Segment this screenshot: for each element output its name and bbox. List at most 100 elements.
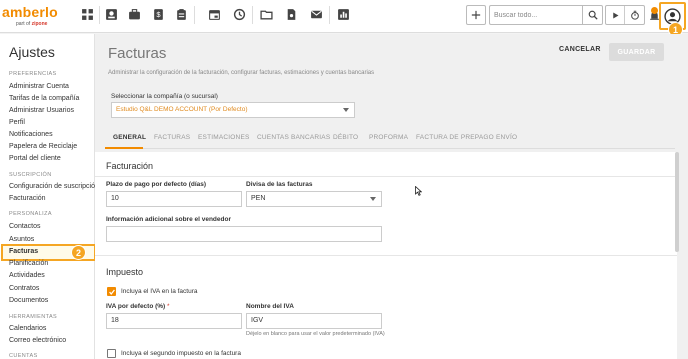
separator [99,6,100,24]
sidebar-item-notificaciones[interactable]: Notificaciones [9,131,53,138]
sidebar-item-correo[interactable]: Correo electrónico [9,337,66,344]
payment-term-input[interactable]: 10 [106,191,242,207]
vat-default-input[interactable]: 18 [106,313,242,329]
second-tax-label: Incluya el segundo impuesto en la factur… [121,350,241,357]
sidebar-item-contratos[interactable]: Contratos [9,285,39,292]
document-icon[interactable] [283,6,299,22]
tab-proforma[interactable]: PROFORMA [369,134,408,141]
include-vat-label: Incluya el IVA en la factura [121,288,198,295]
search-button[interactable] [582,5,603,25]
vat-default-label-text: IVA por defecto (%) [106,303,166,310]
add-button[interactable] [466,5,486,25]
sidebar-section-herramientas: HERRAMIENTAS [9,314,58,320]
chevron-down-icon [370,197,376,201]
save-button[interactable]: GUARDAR [609,43,664,61]
sidebar-item-perfil[interactable]: Perfil [9,119,25,126]
tab-debito[interactable]: DÉBITO [333,134,358,141]
logo-text: amberlo [2,4,58,20]
plus-icon [471,10,481,20]
sidebar-item-contactos[interactable]: Contactos [9,223,41,230]
reports-icon[interactable] [335,6,351,22]
stopwatch-icon [630,10,639,20]
search-input[interactable] [489,5,582,25]
active-tab-indicator [105,147,143,149]
mail-icon[interactable] [308,6,324,22]
vat-name-label: Nombre del IVA [246,303,294,310]
sidebar-title: Ajustes [9,44,55,60]
briefcase-icon[interactable] [126,6,142,22]
vat-default-label: IVA por defecto (%) * [106,303,170,310]
separator [252,6,253,24]
sidebar-item-administrar-usuarios[interactable]: Administrar Usuarios [9,107,74,114]
vendor-info-label: Información adicional sobre el vendedor [106,216,231,223]
separator [329,6,330,24]
clipboard-icon[interactable] [173,6,189,22]
vat-name-input[interactable]: IGV [246,313,382,329]
logo-subtitle: part of zipone [16,21,47,27]
company-select[interactable]: Estudio Q&L DEMO ACCOUNT (Por Defecto) [111,102,355,118]
page-description: Administrar la configuración de la factu… [108,70,375,76]
sidebar-item-administrar-cuenta[interactable]: Administrar Cuenta [9,83,69,90]
search-icon [588,10,598,20]
payment-term-label: Plazo de pago por defecto (días) [106,181,207,188]
currency-select[interactable]: PEN [246,191,382,207]
logo-sub-brand: zipone [31,21,48,27]
sidebar-section-preferencias: PREFERENCIAS [9,71,57,77]
sidebar-item-portal-cliente[interactable]: Portal del cliente [9,155,61,162]
main-content: Facturas Administrar la configuración de… [95,34,688,359]
check-icon [108,289,115,295]
mouse-cursor-icon [415,186,422,196]
sidebar-item-planificacion[interactable]: Planificación [9,260,48,267]
vat-name-hint: Déjelo en blanco para usar el valor pred… [246,331,385,337]
sidebar-item-label: Facturas [9,248,39,255]
settings-card: Facturación Plazo de pago por defecto (d… [95,152,677,359]
tab-factura-prepago[interactable]: FACTURA DE PREPAGO [416,134,494,141]
second-tax-checkbox[interactable] [107,349,116,358]
sidebar-section-suscripcion: SUSCRIPCIÓN [9,172,52,178]
sidebar-item-asuntos[interactable]: Asuntos [9,236,34,243]
logo-sub-prefix: part of [16,21,31,27]
tab-estimaciones[interactable]: ESTIMACIONES [198,134,250,141]
currency-value: PEN [251,195,266,202]
calendar-icon[interactable] [206,6,222,22]
stopwatch-button[interactable] [625,6,644,24]
play-button[interactable] [606,6,625,24]
history-icon[interactable] [231,6,247,22]
play-icon [612,12,618,18]
chevron-down-icon [343,108,349,112]
tab-cuentas-bancarias[interactable]: CUENTAS BANCARIAS [257,134,330,141]
billing-icon[interactable]: $ [150,6,166,22]
sidebar-item-tarifas[interactable]: Tarifas de la compañía [9,95,79,102]
step-badge-2: 2 [71,245,86,260]
sidebar-section-personaliza: PERSONALIZA [9,211,52,217]
tab-facturas[interactable]: FACTURAS [154,134,190,141]
include-vat-checkbox[interactable] [107,287,116,296]
settings-sidebar: Ajustes PREFERENCIAS Administrar Cuenta … [0,34,99,359]
sidebar-item-calendarios[interactable]: Calendarios [9,325,46,332]
dashboard-icon[interactable] [79,6,95,22]
sidebar-item-papelera[interactable]: Papelera de Reciclaje [9,143,77,150]
notification-badge [651,7,658,14]
divider [95,176,677,177]
vendor-info-input[interactable] [106,226,382,242]
sidebar-section-cuentas: CUENTAS [9,353,38,359]
tab-general[interactable]: GENERAL [113,134,146,141]
sidebar-item-facturacion[interactable]: Facturación [9,195,46,202]
sidebar-item-documentos[interactable]: Documentos [9,297,48,304]
section-title-facturacion: Facturación [106,161,154,171]
folder-icon[interactable] [258,6,274,22]
page-title: Facturas [108,45,167,62]
divider [95,255,677,256]
section-title-impuesto: Impuesto [106,267,144,277]
cancel-button[interactable]: CANCELAR [559,46,601,53]
contacts-icon[interactable] [103,6,119,22]
top-bar: amberlo part of zipone $ [0,0,688,33]
company-select-label: Seleccionar la compañía (o sucursal) [111,93,218,100]
sidebar-item-config-suscripcion[interactable]: Configuración de suscripción [9,183,99,190]
amberlo-logo[interactable]: amberlo part of zipone [2,4,74,30]
company-select-value: Estudio Q&L DEMO ACCOUNT (Por Defecto) [116,106,248,113]
scrollbar[interactable] [675,152,679,252]
currency-label: Divisa de las facturas [246,181,313,188]
sidebar-item-actividades[interactable]: Actividades [9,272,45,279]
tab-envio[interactable]: ENVÍO [496,134,517,141]
